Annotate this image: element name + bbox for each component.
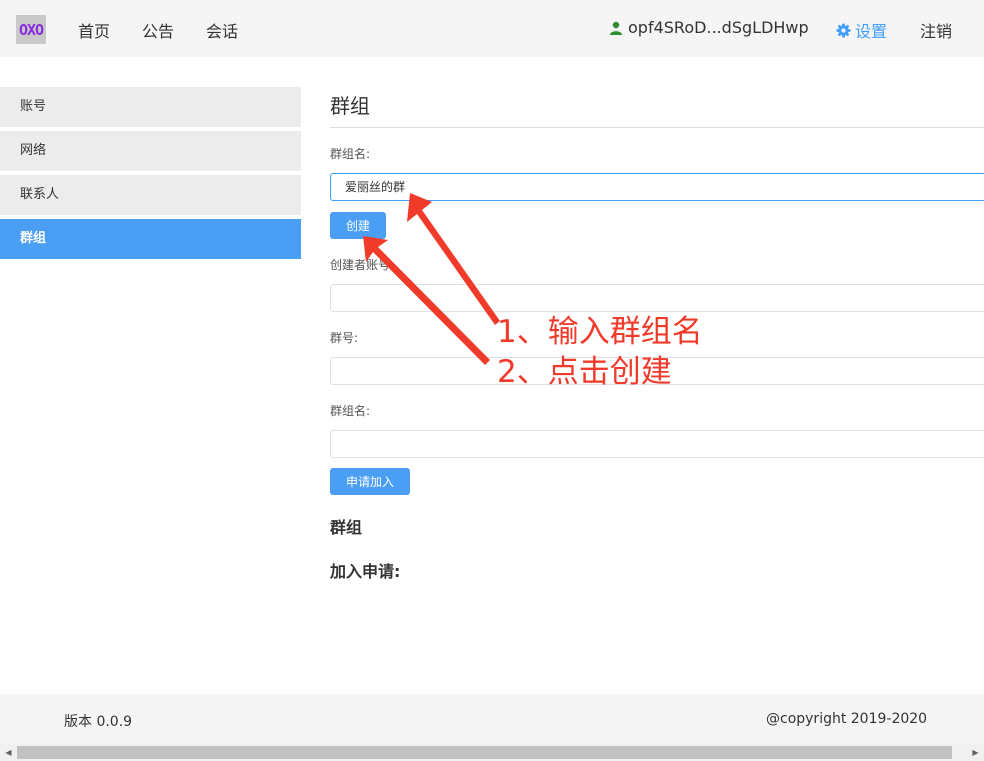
gear-icon bbox=[836, 22, 851, 38]
version-text: 版本 0.0.9 bbox=[64, 714, 133, 730]
sidebar-item-contacts[interactable]: 联系人 bbox=[0, 175, 301, 215]
top-navbar: OXO 首页 公告 会话 opf4SRoD...dSgLDHwp 设置 注销 bbox=[0, 0, 984, 57]
sidebar-item-groups[interactable]: 群组 bbox=[0, 219, 301, 259]
sidebar-item-network[interactable]: 网络 bbox=[0, 131, 301, 171]
title-divider bbox=[330, 127, 984, 128]
annotation-step-1: 1、输入群组名 bbox=[497, 314, 703, 350]
nav-announcements[interactable]: 公告 bbox=[142, 18, 174, 42]
scroll-left-icon[interactable]: ◀ bbox=[0, 744, 17, 761]
scrollbar-thumb[interactable] bbox=[17, 746, 952, 759]
app-logo[interactable]: OXO bbox=[16, 15, 46, 44]
user-name: opf4SRoD...dSgLDHwp bbox=[628, 18, 809, 37]
nav-conversations[interactable]: 会话 bbox=[206, 18, 238, 42]
group-name-label: 群组名: bbox=[330, 147, 371, 161]
join-requests-heading: 加入申请: bbox=[330, 562, 401, 581]
creator-account-label: 创建者账号: bbox=[330, 258, 395, 272]
join-group-name-input[interactable] bbox=[330, 430, 984, 458]
sidebar-item-account[interactable]: 账号 bbox=[0, 87, 301, 127]
sidebar: 账号 网络 联系人 群组 bbox=[0, 87, 301, 263]
footer: 版本 0.0.9 @copyright 2019-2020 bbox=[0, 694, 984, 744]
group-name-input[interactable]: 爱丽丝的群 bbox=[330, 173, 984, 201]
scroll-right-icon[interactable]: ▶ bbox=[967, 744, 984, 761]
user-icon bbox=[610, 21, 622, 35]
apply-join-button[interactable]: 申请加入 bbox=[330, 468, 410, 495]
group-id-label: 群号: bbox=[330, 331, 359, 345]
page-title: 群组 bbox=[330, 94, 370, 118]
settings-label: 设置 bbox=[855, 22, 888, 41]
horizontal-scrollbar[interactable]: ◀ ▶ bbox=[0, 744, 984, 761]
settings-link[interactable]: 设置 bbox=[836, 18, 887, 42]
groups-heading: 群组 bbox=[330, 518, 363, 537]
copyright-text: @copyright 2019-2020 bbox=[766, 711, 928, 727]
annotation-step-2: 2、点击创建 bbox=[497, 354, 672, 390]
join-group-name-label: 群组名: bbox=[330, 404, 371, 418]
current-user[interactable]: opf4SRoD...dSgLDHwp bbox=[609, 18, 809, 37]
create-button[interactable]: 创建 bbox=[330, 212, 386, 239]
nav-home[interactable]: 首页 bbox=[78, 18, 110, 42]
logout-link[interactable]: 注销 bbox=[920, 18, 952, 42]
